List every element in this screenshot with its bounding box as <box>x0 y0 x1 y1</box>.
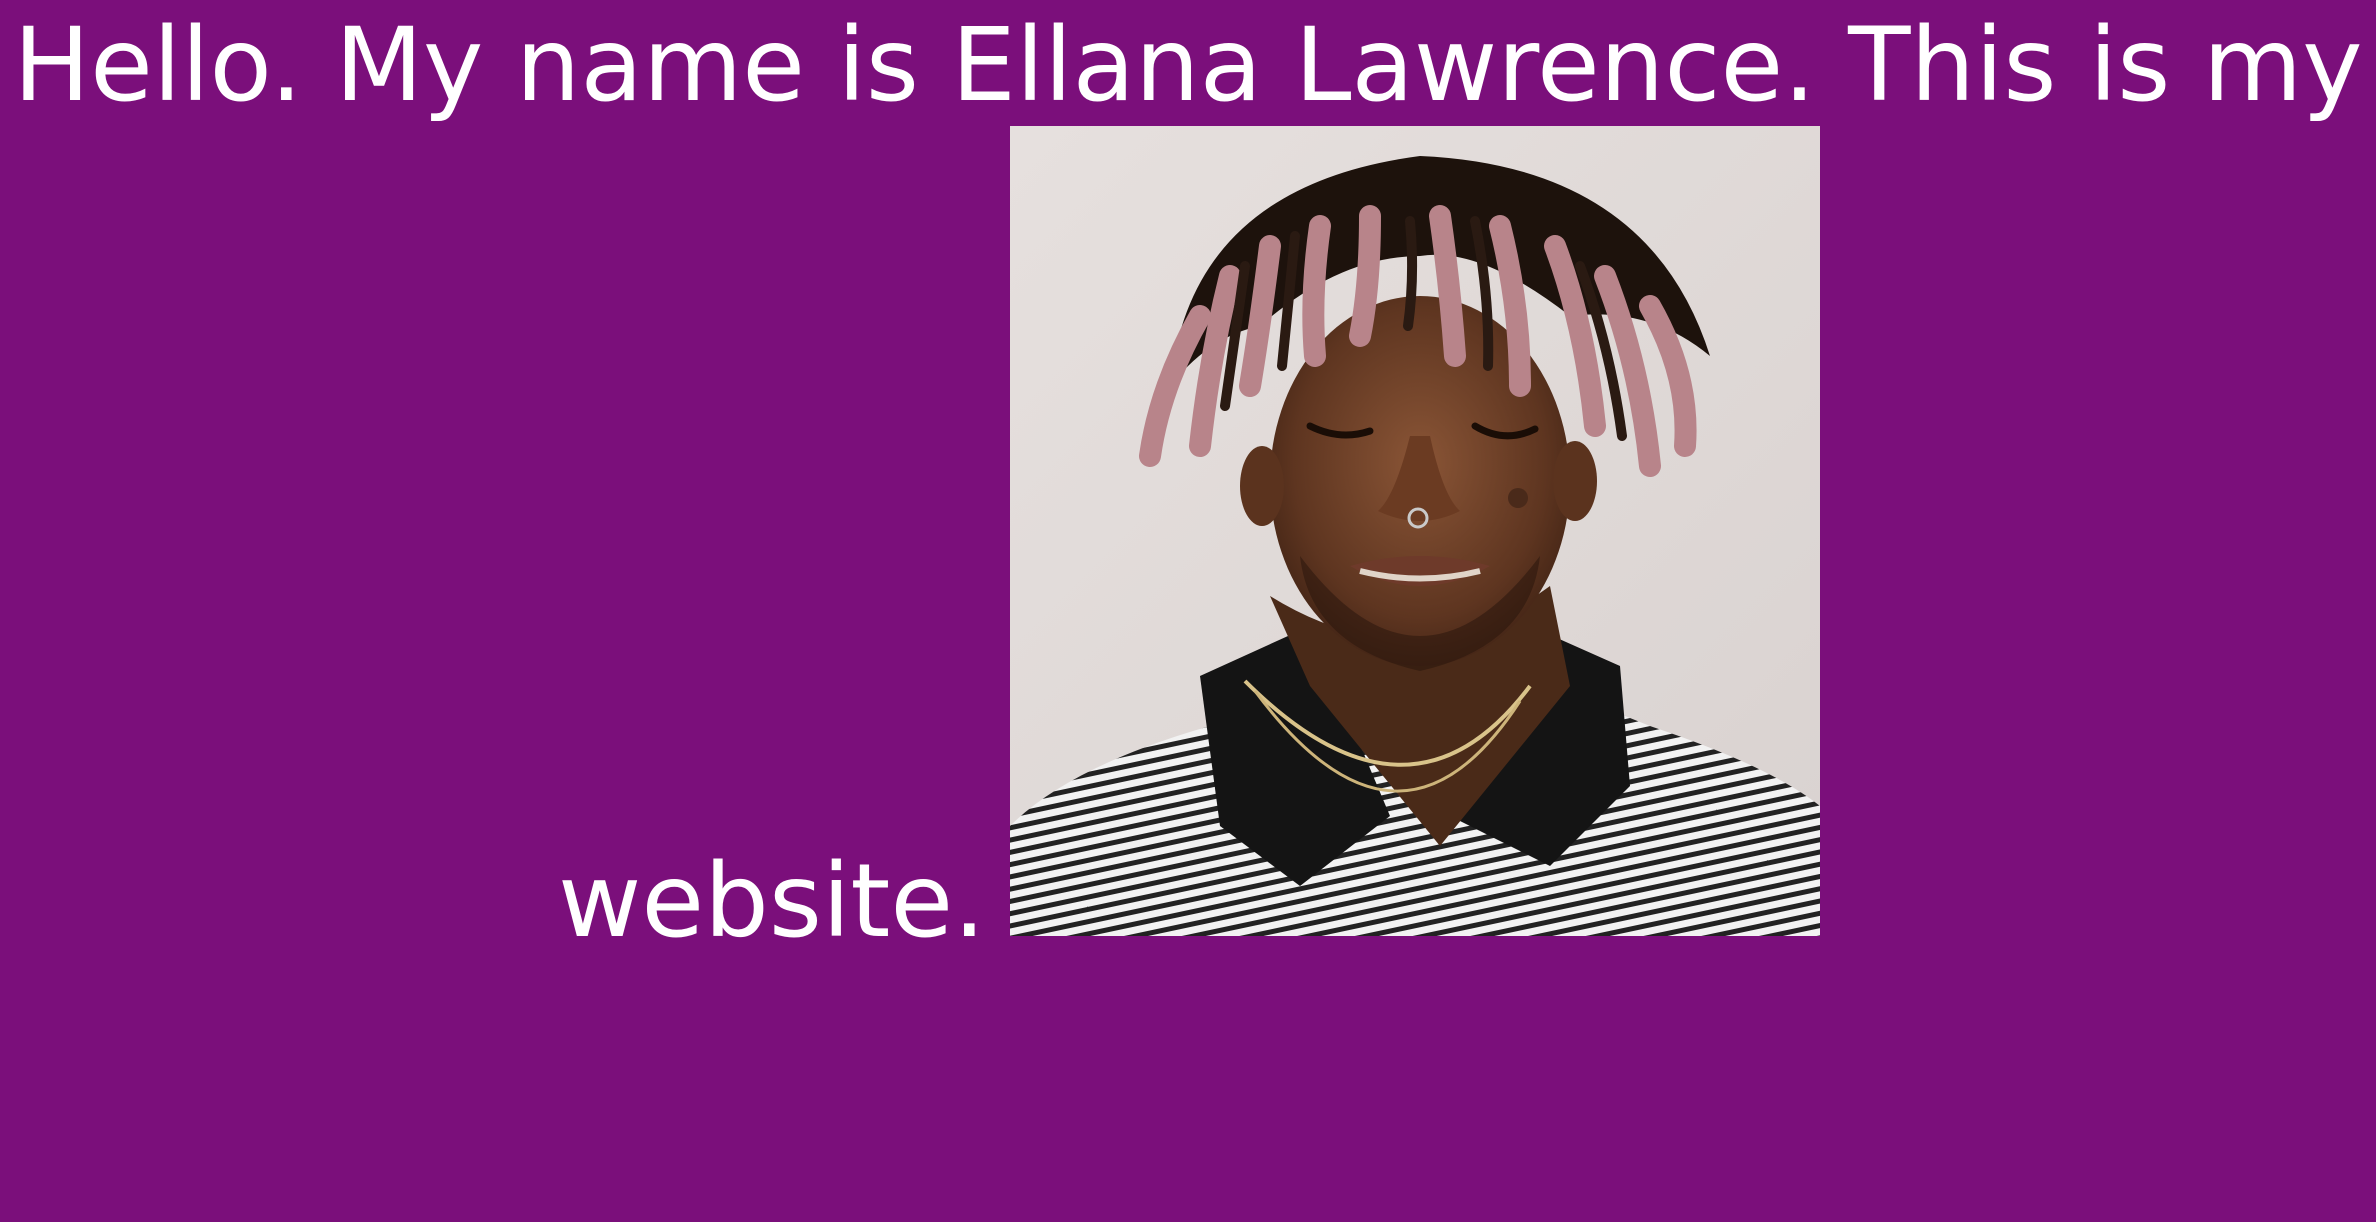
page: Hello. My name is Ellana Lawrence. This … <box>0 0 2376 1222</box>
headline-text: Hello. My name is Ellana Lawrence. This … <box>13 6 2363 125</box>
headline-text-continued: website. <box>558 842 986 961</box>
portrait-photo <box>1010 126 1820 936</box>
